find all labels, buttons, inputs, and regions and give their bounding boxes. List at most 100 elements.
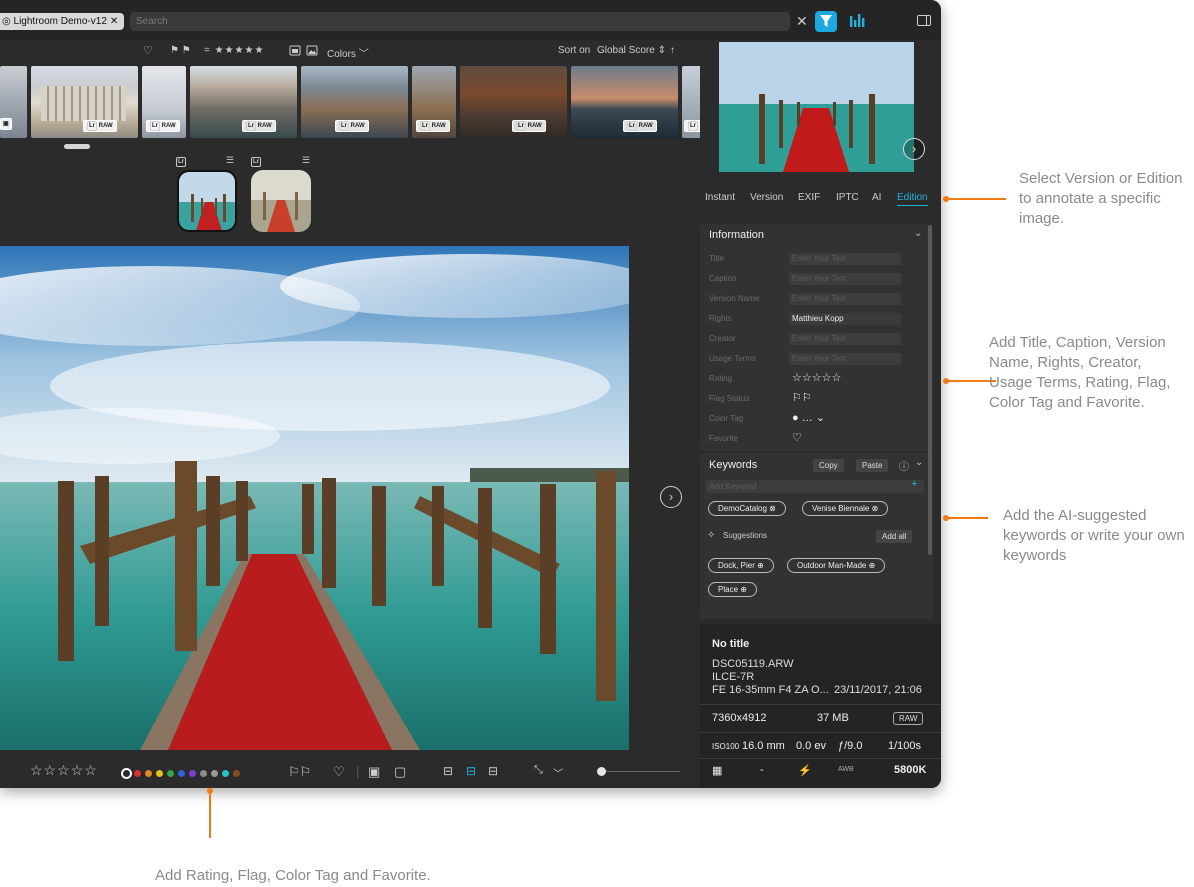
catalog-tag[interactable]: ◎ Lightroom Demo-v12 ✕ [0,13,125,30]
remove-icon[interactable]: ⊗ [872,504,879,513]
chevron-down-icon[interactable]: ﹀ [553,765,563,780]
right-panel: › Instant Version EXIF IPTC AI Edition I… [700,40,941,788]
keyword-tag[interactable]: DemoCatalog ⊗ [708,501,786,516]
search-input[interactable] [130,12,790,31]
thumbnail-image [41,86,126,121]
annotation-fields: Add Title, Caption, Version Name, Rights… [989,334,1171,411]
color-dot[interactable] [222,770,229,778]
clear-search-icon[interactable]: ✕ [796,12,808,30]
main-image[interactable] [0,246,629,750]
remove-icon[interactable]: ⊗ [769,504,776,513]
add-keyword-input[interactable]: Add Keyword [706,480,924,493]
keyword-tag[interactable]: Venise Biennale ⊗ [802,501,889,516]
collapse-icon[interactable]: ⌄ [914,228,922,239]
suggested-keyword[interactable]: Place ⊕ [708,582,757,597]
image-filter-icon[interactable] [306,45,318,59]
zoom-slider[interactable] [598,771,680,772]
color-dot[interactable] [156,770,163,778]
version-thumbnail-selected[interactable] [177,170,237,232]
lr-badge-icon: Lr [176,157,186,167]
rating-stars[interactable]: ☆☆☆☆☆ [30,762,98,779]
thumbnail[interactable]: Lr RAW [301,66,408,138]
heart-icon[interactable]: ♡ [333,764,345,780]
funnel-icon [820,15,832,27]
lr-filter-icon[interactable] [289,45,301,59]
filter-button[interactable] [815,11,837,32]
paste-button[interactable]: Paste [856,459,889,472]
tab-edition[interactable]: Edition [897,192,928,206]
field-rights: Rights Matthieu Kopp [709,313,901,326]
adjust-icon[interactable]: ☰ [226,155,234,166]
flag-icon[interactable]: ⚐⚐ [792,391,812,404]
usage-terms-field[interactable]: Enter Your Text [789,353,901,365]
color-dot[interactable] [233,770,240,778]
suggested-keyword[interactable]: Dock, Pier ⊕ [708,558,774,573]
rights-field[interactable]: Matthieu Kopp [789,313,901,325]
rating-stars[interactable]: ☆☆☆☆☆ [792,371,841,384]
thumbnail[interactable]: Lr RAW [412,66,456,138]
version-name-field[interactable]: Enter Your Text [789,293,901,305]
preview-next-button[interactable]: › [903,138,925,160]
caption-field[interactable]: Enter Your Text [789,273,901,285]
zoom-slider-handle[interactable] [597,767,606,776]
tab-exif[interactable]: EXIF [798,192,820,203]
field-version-name: Version Name Enter Your Text [709,293,901,306]
color-tag-select[interactable]: ● … ⌄ [792,411,825,424]
thumbnail[interactable]: Lr RAW [190,66,297,138]
title-field[interactable]: Enter Your Text [789,253,901,265]
field-rating: Rating ☆☆☆☆☆ [709,372,841,386]
frame-icon[interactable]: ⊟ [488,764,498,778]
flag-filter[interactable]: ⚑ ⚑ [170,45,191,56]
thumbnail[interactable]: Lr RAW [460,66,567,138]
field-favorite: Favorite ♡ [709,432,802,446]
info-icon[interactable]: ⓘ [899,458,909,473]
filmstrip-scrollbar[interactable] [64,144,90,149]
tab-iptc[interactable]: IPTC [836,192,859,203]
version-thumbnail[interactable] [251,170,311,232]
tab-version[interactable]: Version [750,192,783,203]
color-dot[interactable] [145,770,152,778]
tab-ai[interactable]: AI [872,192,881,203]
panel-scrollbar[interactable] [928,225,932,555]
color-dot[interactable] [200,770,207,778]
sort-direction-icon[interactable]: ↑ [670,45,675,56]
thumbnail[interactable]: Lr RAW [142,66,186,138]
color-dot[interactable] [167,770,174,778]
suggested-keyword[interactable]: Outdoor Man-Made ⊕ [787,558,886,573]
panel-toggle-icon[interactable] [917,15,931,26]
tab-instant[interactable]: Instant [705,192,735,203]
suggested-keyword-label: Place [718,585,739,594]
histogram-button[interactable] [849,13,865,32]
thumbnail[interactable]: ▣ [0,66,27,138]
heart-filter-icon[interactable]: ♡ [143,44,153,57]
face-detect-icon[interactable]: ▣ [368,764,380,780]
expand-icon[interactable]: ⤡ [534,764,543,777]
color-none-icon[interactable] [121,768,132,780]
adjust-icon[interactable]: ☰ [302,155,310,166]
sort-select[interactable]: Global Score ⇕ [597,45,666,56]
add-all-button[interactable]: Add all [876,530,913,543]
close-icon[interactable]: ✕ [110,16,118,27]
color-tag-row[interactable] [121,765,244,780]
color-dot[interactable] [178,770,185,778]
collapse-icon[interactable]: ⌄ [915,457,923,468]
color-dot[interactable] [189,770,196,778]
auto-crop-icon[interactable]: ⊟ [443,764,453,778]
next-image-button[interactable]: › [660,486,682,508]
flag-icon[interactable]: ⚐⚐ [288,764,311,780]
divider [700,732,941,733]
heart-icon[interactable]: ♡ [792,431,802,444]
creator-field[interactable]: Enter Your Text [789,333,901,345]
thumbnail[interactable]: Lr [682,66,700,138]
colors-filter[interactable]: Colors ﹀ [327,45,369,60]
rating-filter[interactable]: = ★★★★★ [204,45,264,56]
color-dot[interactable] [134,770,141,778]
thumbnail[interactable]: Lr RAW [571,66,678,138]
crop-icon[interactable]: ⊟ [466,764,476,778]
person-detect-icon[interactable]: ▢ [394,764,406,780]
add-icon[interactable]: + [911,478,917,490]
copy-button[interactable]: Copy [813,459,844,472]
raw-badge: Lr [684,120,700,132]
color-dot[interactable] [211,770,218,778]
thumbnail[interactable]: Lr RAW [31,66,138,138]
